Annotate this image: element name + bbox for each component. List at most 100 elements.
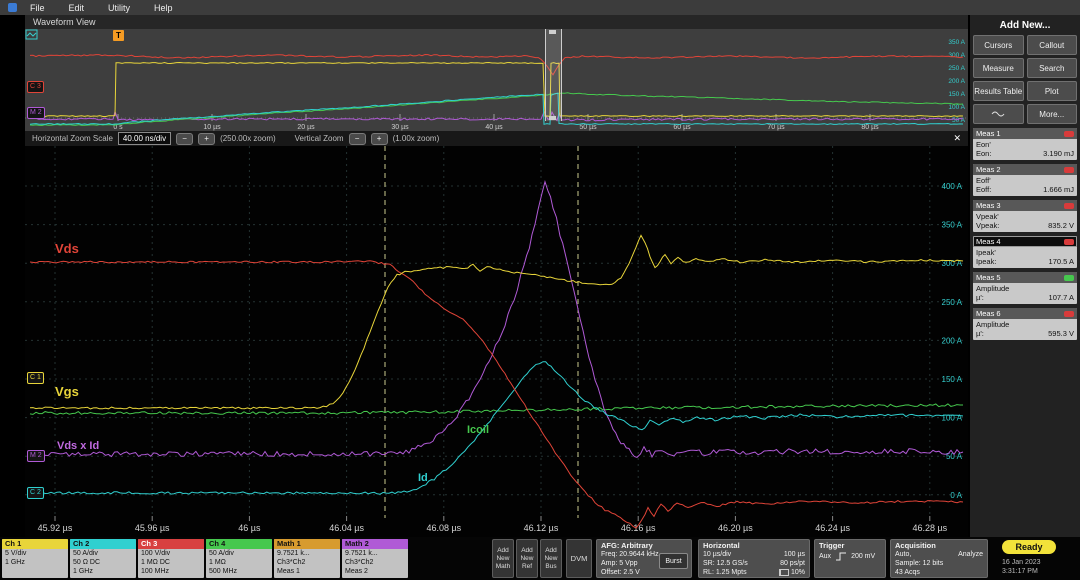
annotation-icon-button[interactable] [973,104,1024,124]
meas-badge-4[interactable]: Meas 4 Ipeak' Ipeak:170.5 A [973,236,1077,268]
menu-utility[interactable]: Utility [108,3,130,13]
id-trace [30,362,963,495]
overview-channel3-marker[interactable]: C 3 [27,81,44,93]
ready-status-button[interactable]: Ready [1002,540,1056,554]
horizontal-window: 100 µs [784,550,805,559]
axis-label: 200 A [948,78,965,85]
channel4-badge[interactable]: Ch 4 50 A/div 1 MΩ 500 MHz [206,539,272,578]
channel3-line3: 100 MHz [138,567,204,576]
channel2-reference-marker[interactable]: C 2 [27,487,44,499]
time-label: 3:31:17 PM [1002,567,1041,576]
h-zoom-minus-button[interactable]: − [176,133,193,145]
horizontal-scale: 10 µs/div [703,550,731,559]
meas5-source-chip [1064,275,1074,281]
cursors-button[interactable]: Cursors [973,35,1024,55]
meas5-id: Meas 5 [976,273,1001,282]
axis-label: 150 A [948,91,965,98]
search-button[interactable]: Search [1027,58,1078,78]
horizontal-res: 80 ps/pt [780,559,805,568]
zoom-scale-bar: Horizontal Zoom Scale 40.00 ns/div − + (… [25,131,968,146]
zoom-window-handle[interactable] [545,29,562,121]
ov-icoil-trace [30,93,963,126]
meas2-id: Meas 2 [976,165,1001,174]
meas-badge-2[interactable]: Meas 2 Eoff' Eoff:1.666 mJ [973,164,1077,196]
datetime-display: 16 Jan 2023 3:31:17 PM [1002,558,1041,576]
vgs-trace-label: Vgs [55,384,79,399]
channel1-reference-marker[interactable]: C 1 [27,372,44,384]
menu-bar: File Edit Utility Help [0,0,1080,15]
overview-math2-marker[interactable]: M 2 [27,107,45,119]
channel3-badge[interactable]: Ch 3 100 V/div 1 MΩ DC 100 MHz [138,539,204,578]
math2-line3: Meas 2 [342,567,408,576]
meas6-label: µ': [976,329,984,338]
meas-badge-1[interactable]: Meas 1 Eon' Eon:3.190 mJ [973,128,1077,160]
zoom-window-top-grip[interactable] [549,30,556,34]
waveform-view-tab[interactable]: Waveform View [25,15,968,29]
acquisition-badge[interactable]: Acquisition Auto,Analyze Sample: 12 bits… [890,539,988,578]
channel4-line1: 50 A/div [206,549,272,558]
zoom-window-bottom-grip[interactable] [549,116,556,120]
meas3-id: Meas 3 [976,201,1001,210]
math2-badge[interactable]: Math 2 9.7521 k... Ch3*Ch2 Meas 2 [342,539,408,578]
axis-label: 45.96 µs [135,523,170,533]
results-table-button[interactable]: Results Table [973,81,1024,101]
meas1-name: Eon' [976,140,1074,149]
math1-badge[interactable]: Math 1 9.7521 k... Ch3*Ch2 Meas 1 [274,539,340,578]
trigger-source: Aux [819,552,831,561]
channel1-line2: 1 GHz [2,558,68,567]
meas-badge-6[interactable]: Meas 6 Amplitude µ':595.3 V [973,308,1077,340]
callout-button[interactable]: Callout [1027,35,1078,55]
meas-badge-5[interactable]: Meas 5 Amplitude µ':107.7 A [973,272,1077,304]
math1-line3: Meas 1 [274,567,340,576]
add-new-title: Add New... [973,20,1077,31]
menu-help[interactable]: Help [154,3,173,13]
horizontal-position: 10% [791,568,805,577]
close-zoom-icon[interactable]: ✕ [953,133,961,144]
meas2-label: Eoff: [976,185,991,194]
horizontal-position-icon [779,569,789,576]
horizontal-sr: SR: 12.5 GS/s [703,559,748,568]
h-zoom-plus-button[interactable]: + [198,133,215,145]
dvm-button[interactable]: DVM [566,539,592,578]
horizontal-badge[interactable]: Horizontal 10 µs/div100 µs SR: 12.5 GS/s… [698,539,810,578]
axis-label: 150 A [942,375,963,384]
channel3-line2: 1 MΩ DC [138,558,204,567]
acquisition-overview[interactable]: 0 s10 µs20 µs30 µs40 µs50 µs60 µs70 µs80… [25,29,968,131]
plot-button[interactable]: Plot [1027,81,1078,101]
horizontal-zoom-scale-value[interactable]: 40.00 ns/div [118,132,171,145]
add-new-bus-button[interactable]: AddNewBus [540,539,562,578]
meas3-name: Vpeak' [976,212,1074,221]
math2-reference-marker[interactable]: M 2 [27,450,45,462]
menu-file[interactable]: File [30,3,45,13]
axis-label: 350 A [948,39,965,46]
meas5-name: Amplitude [976,284,1074,293]
measure-button[interactable]: Measure [973,58,1024,78]
acquisition-title: Acquisition [895,541,983,550]
more-button[interactable]: More... [1027,104,1078,124]
meas6-name: Amplitude [976,320,1074,329]
meas2-source-chip [1064,167,1074,173]
channel3-title: Ch 3 [138,539,204,549]
overview-zoom-icon[interactable] [25,29,38,40]
overview-waveform-svg: 0 s10 µs20 µs30 µs40 µs50 µs60 µs70 µs80… [25,29,968,131]
channel1-badge[interactable]: Ch 1 5 V/div 1 GHz [2,539,68,578]
channel4-line3: 500 MHz [206,567,272,576]
meas1-source-chip [1064,131,1074,137]
id-trace-label: Id [418,472,428,484]
add-new-ref-button[interactable]: AddNewRef [516,539,538,578]
add-new-math-button[interactable]: AddNewMath [492,539,514,578]
meas-badge-3[interactable]: Meas 3 Vpeak' Vpeak:835.2 V [973,200,1077,232]
menu-edit[interactable]: Edit [69,3,85,13]
trigger-position-flag[interactable]: T [113,30,124,41]
afg-badge[interactable]: AFG: Arbitrary Freq: 20.9644 kHz Amp: 5 … [596,539,692,578]
meas2-name: Eoff' [976,176,1074,185]
meas4-source-chip [1064,239,1074,245]
v-zoom-plus-button[interactable]: + [371,133,388,145]
afg-offset: Offset: 2.5 V [601,568,687,577]
burst-button[interactable]: Burst [659,553,688,569]
trigger-badge[interactable]: Trigger Aux 200 mV [814,539,886,578]
ov-vds-trace [30,55,963,75]
v-zoom-minus-button[interactable]: − [349,133,366,145]
channel2-badge[interactable]: Ch 2 50 A/div 50 Ω DC 1 GHz [70,539,136,578]
zoomed-waveform-view[interactable]: 400 A350 A300 A250 A200 A150 A100 A50 A0… [25,146,968,537]
